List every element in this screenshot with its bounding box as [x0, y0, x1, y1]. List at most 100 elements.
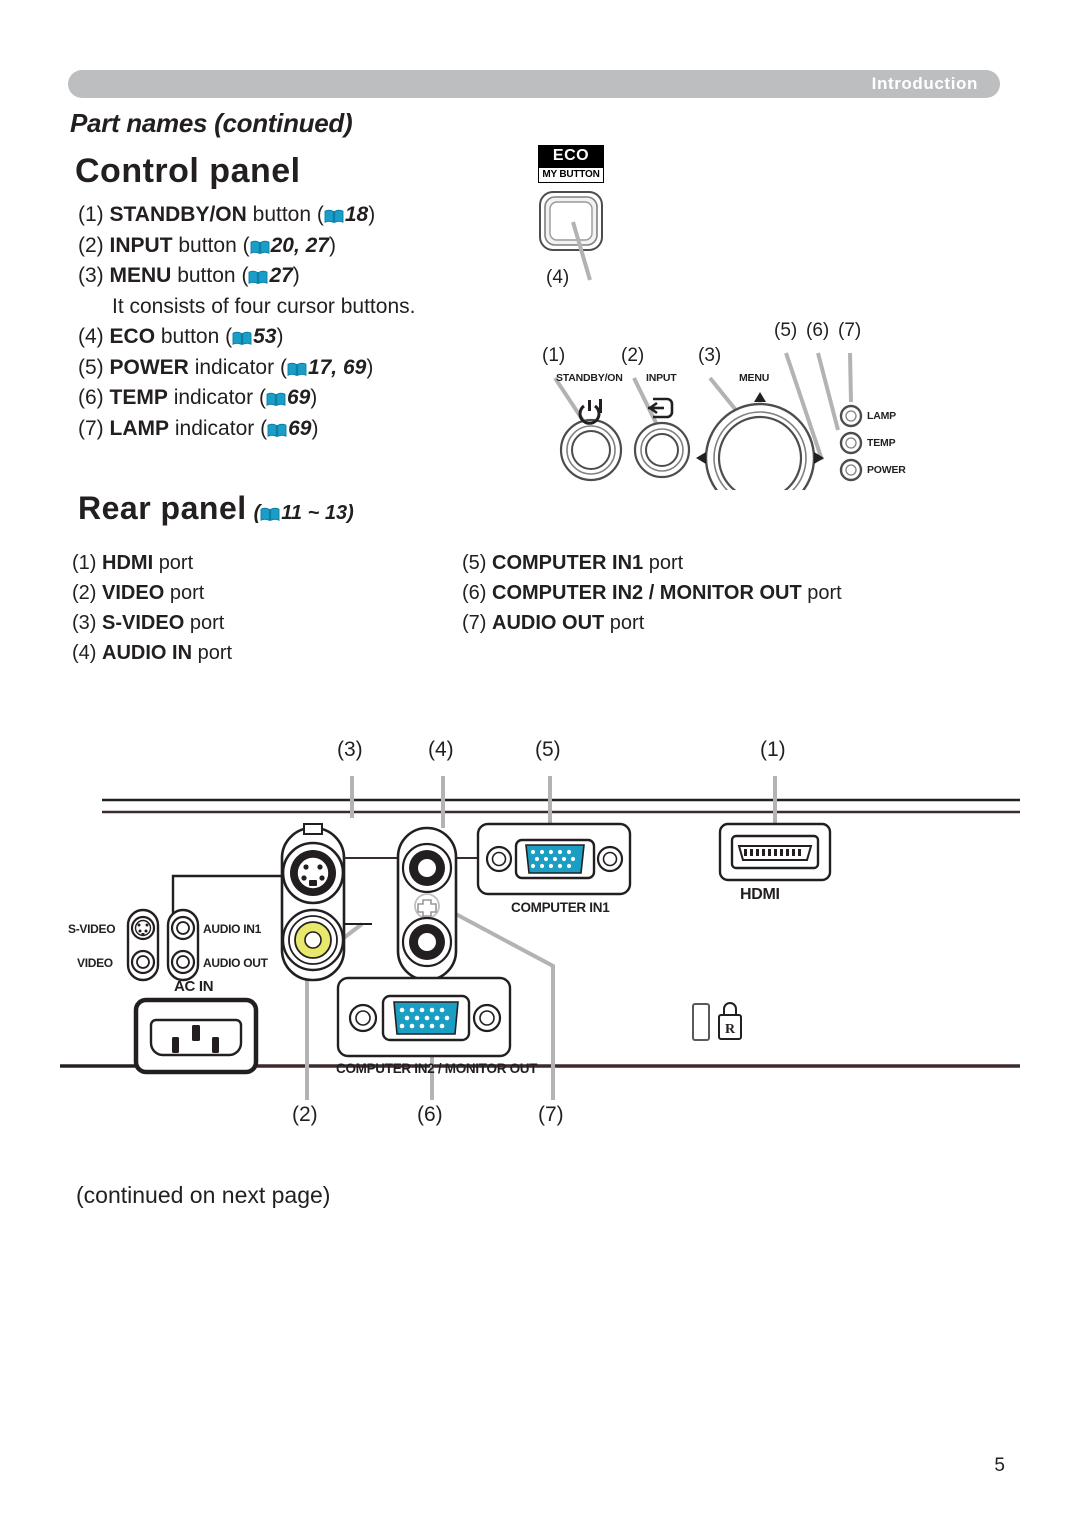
list-item: (4) ECO button (53)	[78, 322, 415, 353]
rear-panel-item-list-right: (5) COMPUTER IN1 port (6) COMPUTER IN2 /…	[462, 548, 842, 638]
item-bold-label: LAMP	[109, 416, 170, 440]
list-item: (2) INPUT button (20, 27)	[78, 231, 415, 262]
callout-bottom-6: (6)	[417, 1103, 443, 1126]
item-bold-label: STANDBY/ON	[109, 203, 247, 226]
item-text: port	[609, 612, 645, 634]
book-icon	[324, 209, 344, 224]
item-bold-label: VIDEO	[102, 582, 165, 604]
item-text: button	[177, 264, 236, 287]
label-ac-in: AC IN	[174, 978, 214, 995]
book-icon	[232, 331, 252, 346]
item-text: indicator	[194, 355, 275, 379]
page-ref: (27)	[241, 264, 300, 287]
label-computer-in1: COMPUTER IN1	[511, 900, 610, 915]
heading-rear-ref: (11 ~ 13)	[253, 502, 354, 524]
page-title: Part names (continued)	[70, 108, 353, 138]
list-item-note: It consists of four cursor buttons.	[112, 294, 416, 318]
list-item: (7) AUDIO OUT port	[462, 608, 842, 638]
book-icon	[266, 392, 286, 407]
item-bold-label: TEMP	[109, 386, 168, 409]
page-ref-number: 27	[269, 264, 293, 287]
control-panel-item-list: (1) STANDBY/ON button (18) (2) INPUT but…	[78, 200, 415, 444]
callout-7: (7)	[838, 320, 862, 341]
item-text: button	[178, 233, 237, 257]
callout-bottom-7: (7)	[538, 1103, 564, 1126]
page-ref: (18)	[316, 203, 376, 226]
item-number: (7)	[78, 416, 104, 440]
item-text: button	[252, 203, 312, 226]
label-menu: MENU	[739, 372, 770, 384]
list-item: (1) STANDBY/ON button (18)	[78, 200, 415, 231]
item-bold-label: COMPUTER IN2 / MONITOR OUT	[492, 582, 802, 604]
continued-note: (continued on next page)	[76, 1182, 331, 1208]
list-item: (2) VIDEO port	[72, 578, 232, 608]
list-item: (4) AUDIO IN port	[72, 638, 232, 668]
item-bold-label: COMPUTER IN1	[492, 552, 644, 574]
heading-rear-ref-number: 11 ~ 13	[281, 502, 348, 524]
label-computer-in2-monitor-out: COMPUTER IN2 / MONITOR OUT	[336, 1061, 538, 1076]
item-text: indicator	[174, 416, 255, 440]
page-ref: (53)	[225, 325, 284, 348]
item-bold-label: MENU	[109, 264, 172, 287]
page-ref: (17, 69)	[279, 355, 374, 379]
page-number: 5	[994, 1455, 1005, 1476]
list-item: (1) HDMI port	[72, 548, 232, 578]
label-audio-in1: AUDIO IN1	[203, 922, 261, 936]
item-text: button	[160, 325, 220, 348]
page-ref-number: 17, 69	[307, 355, 367, 379]
item-number: (4)	[72, 642, 97, 664]
item-text: port	[197, 642, 233, 664]
item-text: port	[648, 552, 684, 574]
item-number: (6)	[462, 582, 487, 604]
callout-bottom-2: (2)	[292, 1103, 318, 1126]
page-ref-number: 53	[253, 325, 277, 348]
item-text: port	[158, 552, 194, 574]
item-text: indicator	[173, 386, 254, 409]
list-item: (3) S-VIDEO port	[72, 608, 232, 638]
label-lamp: LAMP	[867, 410, 896, 422]
item-text: port	[169, 582, 205, 604]
callout-top-1: (1)	[760, 738, 786, 761]
rear-panel-artwork: R	[60, 776, 1020, 1100]
item-number: (3)	[78, 264, 104, 287]
page-ref-number: 18	[344, 203, 369, 226]
rear-panel-figure: R (3) (4) (5) (1) (2) (6) (7) S-VIDEO VI…	[60, 728, 1020, 1148]
item-number: (2)	[72, 582, 97, 604]
book-icon	[267, 423, 287, 438]
item-text: port	[807, 582, 842, 604]
book-icon	[250, 240, 270, 255]
callout-eco: (4)	[546, 267, 570, 288]
item-number: (5)	[462, 552, 487, 574]
item-number: (1)	[78, 203, 104, 226]
item-number: (1)	[72, 552, 97, 574]
item-text: port	[189, 612, 225, 634]
heading-rear-panel: Rear panel (11 ~ 13)	[78, 490, 354, 527]
label-standby-on: STANDBY/ON	[556, 372, 623, 384]
item-number: (2)	[78, 233, 104, 257]
item-bold-label: AUDIO OUT	[492, 612, 605, 634]
callout-1: (1)	[542, 345, 566, 366]
book-icon	[260, 507, 280, 522]
label-power: POWER	[867, 464, 906, 476]
book-icon	[287, 362, 307, 377]
control-panel-figure: ECO MY BUTTON (4) (1) (2) (3) (5) (6) (7…	[520, 140, 940, 490]
item-number: (6)	[78, 386, 104, 409]
label-input: INPUT	[646, 372, 677, 384]
item-number: (3)	[72, 612, 97, 634]
header-bar: Introduction	[68, 70, 1000, 98]
item-bold-label: POWER	[109, 355, 189, 379]
item-bold-label: HDMI	[102, 552, 154, 574]
page-ref-number: 69	[286, 386, 311, 409]
list-item: (5) COMPUTER IN1 port	[462, 548, 842, 578]
header-badge-label: Introduction	[871, 74, 978, 93]
label-audio-out: AUDIO OUT	[203, 956, 268, 970]
label-hdmi: HDMI	[740, 886, 780, 903]
list-item: (7) LAMP indicator (69)	[78, 414, 415, 445]
list-item: (5) POWER indicator (17, 69)	[78, 353, 415, 384]
svg-text:R: R	[725, 1022, 736, 1037]
callout-3: (3)	[698, 345, 722, 366]
page-ref: (69)	[258, 386, 318, 409]
page-ref-number: 69	[288, 416, 312, 440]
item-bold-label: ECO	[109, 325, 156, 348]
callout-top-3: (3)	[337, 738, 363, 761]
